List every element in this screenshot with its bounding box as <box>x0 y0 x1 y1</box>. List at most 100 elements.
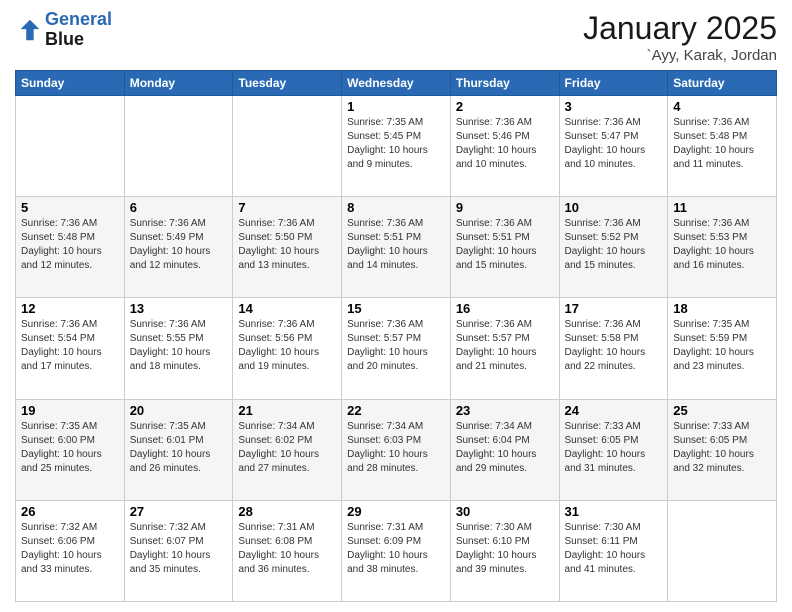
logo-line1: General <box>45 9 112 29</box>
day-content: Sunrise: 7:36 AM Sunset: 5:51 PM Dayligh… <box>347 217 445 273</box>
calendar-cell: 3 Sunrise: 7:36 AM Sunset: 5:47 PM Daylig… <box>559 96 668 197</box>
calendar-cell: 13 Sunrise: 7:36 AM Sunset: 5:55 PM Dayli… <box>124 298 233 399</box>
header: General Blue January 2025 `Ayy, Karak, J… <box>15 10 777 64</box>
day-content: Sunrise: 7:36 AM Sunset: 5:52 PM Dayligh… <box>565 217 663 273</box>
day-number: 15 <box>347 301 445 316</box>
calendar-cell: 5 Sunrise: 7:36 AM Sunset: 5:48 PM Daylig… <box>16 197 125 298</box>
calendar-cell: 31 Sunrise: 7:30 AM Sunset: 6:11 PM Dayli… <box>559 500 668 601</box>
day-number: 5 <box>21 200 119 215</box>
calendar-cell: 16 Sunrise: 7:36 AM Sunset: 5:57 PM Dayli… <box>450 298 559 399</box>
day-content: Sunrise: 7:36 AM Sunset: 5:46 PM Dayligh… <box>456 116 554 172</box>
col-header-friday: Friday <box>559 71 668 96</box>
calendar-cell: 20Sunrise: 7:35 AM Sunset: 6:01 PM Dayli… <box>124 399 233 500</box>
day-content: Sunrise: 7:35 AM Sunset: 6:00 PM Dayligh… <box>21 420 119 476</box>
day-content: Sunrise: 7:33 AM Sunset: 6:05 PM Dayligh… <box>673 420 771 476</box>
calendar-week-0: 1Sunrise: 7:35 AM Sunset: 5:45 PM Daylig… <box>16 96 777 197</box>
calendar-cell: 6 Sunrise: 7:36 AM Sunset: 5:49 PM Daylig… <box>124 197 233 298</box>
day-content: Sunrise: 7:35 AM Sunset: 5:59 PM Dayligh… <box>673 318 771 374</box>
logo: General Blue <box>15 10 112 50</box>
day-number: 25 <box>673 403 771 418</box>
day-content: Sunrise: 7:34 AM Sunset: 6:02 PM Dayligh… <box>238 420 336 476</box>
logo-icon <box>15 16 43 44</box>
day-number: 7 <box>238 200 336 215</box>
day-content: Sunrise: 7:34 AM Sunset: 6:04 PM Dayligh… <box>456 420 554 476</box>
day-content: Sunrise: 7:36 AM Sunset: 5:50 PM Dayligh… <box>238 217 336 273</box>
calendar-cell <box>16 96 125 197</box>
calendar-cell: 18 Sunrise: 7:35 AM Sunset: 5:59 PM Dayli… <box>668 298 777 399</box>
day-content: Sunrise: 7:36 AM Sunset: 5:57 PM Dayligh… <box>456 318 554 374</box>
day-number: 24 <box>565 403 663 418</box>
calendar-cell: 28Sunrise: 7:31 AM Sunset: 6:08 PM Dayli… <box>233 500 342 601</box>
calendar-cell: 23 Sunrise: 7:34 AM Sunset: 6:04 PM Dayli… <box>450 399 559 500</box>
col-header-thursday: Thursday <box>450 71 559 96</box>
day-number: 29 <box>347 504 445 519</box>
day-number: 13 <box>130 301 228 316</box>
day-content: Sunrise: 7:33 AM Sunset: 6:05 PM Dayligh… <box>565 420 663 476</box>
calendar-week-4: 26 Sunrise: 7:32 AM Sunset: 6:06 PM Dayli… <box>16 500 777 601</box>
day-content: Sunrise: 7:36 AM Sunset: 5:49 PM Dayligh… <box>130 217 228 273</box>
day-number: 23 <box>456 403 554 418</box>
day-number: 4 <box>673 99 771 114</box>
day-content: Sunrise: 7:30 AM Sunset: 6:11 PM Dayligh… <box>565 521 663 577</box>
col-header-wednesday: Wednesday <box>342 71 451 96</box>
day-content: Sunrise: 7:35 AM Sunset: 5:45 PM Dayligh… <box>347 116 445 172</box>
day-content: Sunrise: 7:36 AM Sunset: 5:54 PM Dayligh… <box>21 318 119 374</box>
calendar-week-1: 5 Sunrise: 7:36 AM Sunset: 5:48 PM Daylig… <box>16 197 777 298</box>
calendar-cell: 10Sunrise: 7:36 AM Sunset: 5:52 PM Dayli… <box>559 197 668 298</box>
day-number: 26 <box>21 504 119 519</box>
day-number: 28 <box>238 504 336 519</box>
day-content: Sunrise: 7:36 AM Sunset: 5:56 PM Dayligh… <box>238 318 336 374</box>
calendar-cell: 14Sunrise: 7:36 AM Sunset: 5:56 PM Dayli… <box>233 298 342 399</box>
day-number: 18 <box>673 301 771 316</box>
day-number: 27 <box>130 504 228 519</box>
calendar-cell: 22 Sunrise: 7:34 AM Sunset: 6:03 PM Dayli… <box>342 399 451 500</box>
col-header-saturday: Saturday <box>668 71 777 96</box>
day-number: 31 <box>565 504 663 519</box>
day-number: 20 <box>130 403 228 418</box>
day-number: 2 <box>456 99 554 114</box>
calendar-cell: 12 Sunrise: 7:36 AM Sunset: 5:54 PM Dayli… <box>16 298 125 399</box>
day-content: Sunrise: 7:36 AM Sunset: 5:58 PM Dayligh… <box>565 318 663 374</box>
day-content: Sunrise: 7:36 AM Sunset: 5:57 PM Dayligh… <box>347 318 445 374</box>
day-content: Sunrise: 7:36 AM Sunset: 5:47 PM Dayligh… <box>565 116 663 172</box>
calendar-cell: 30Sunrise: 7:30 AM Sunset: 6:10 PM Dayli… <box>450 500 559 601</box>
day-number: 16 <box>456 301 554 316</box>
day-number: 12 <box>21 301 119 316</box>
calendar-cell: 8 Sunrise: 7:36 AM Sunset: 5:51 PM Daylig… <box>342 197 451 298</box>
day-content: Sunrise: 7:36 AM Sunset: 5:53 PM Dayligh… <box>673 217 771 273</box>
calendar-cell: 29 Sunrise: 7:31 AM Sunset: 6:09 PM Dayli… <box>342 500 451 601</box>
calendar-cell: 4Sunrise: 7:36 AM Sunset: 5:48 PM Daylig… <box>668 96 777 197</box>
day-content: Sunrise: 7:32 AM Sunset: 6:06 PM Dayligh… <box>21 521 119 577</box>
location: `Ayy, Karak, Jordan <box>583 47 777 64</box>
day-content: Sunrise: 7:32 AM Sunset: 6:07 PM Dayligh… <box>130 521 228 577</box>
calendar-cell: 19Sunrise: 7:35 AM Sunset: 6:00 PM Dayli… <box>16 399 125 500</box>
month-title: January 2025 <box>583 10 777 47</box>
day-number: 3 <box>565 99 663 114</box>
day-number: 6 <box>130 200 228 215</box>
day-number: 17 <box>565 301 663 316</box>
day-number: 8 <box>347 200 445 215</box>
calendar-week-3: 19Sunrise: 7:35 AM Sunset: 6:00 PM Dayli… <box>16 399 777 500</box>
day-number: 9 <box>456 200 554 215</box>
calendar-cell: 11 Sunrise: 7:36 AM Sunset: 5:53 PM Dayli… <box>668 197 777 298</box>
page: General Blue January 2025 `Ayy, Karak, J… <box>0 0 792 612</box>
day-content: Sunrise: 7:34 AM Sunset: 6:03 PM Dayligh… <box>347 420 445 476</box>
day-content: Sunrise: 7:31 AM Sunset: 6:09 PM Dayligh… <box>347 521 445 577</box>
col-header-monday: Monday <box>124 71 233 96</box>
calendar-cell: 27 Sunrise: 7:32 AM Sunset: 6:07 PM Dayli… <box>124 500 233 601</box>
logo-line2: Blue <box>45 29 84 49</box>
calendar-cell <box>124 96 233 197</box>
day-number: 22 <box>347 403 445 418</box>
calendar-cell: 21 Sunrise: 7:34 AM Sunset: 6:02 PM Dayli… <box>233 399 342 500</box>
calendar-cell: 1Sunrise: 7:35 AM Sunset: 5:45 PM Daylig… <box>342 96 451 197</box>
day-number: 11 <box>673 200 771 215</box>
logo-text: General Blue <box>45 10 112 50</box>
day-number: 30 <box>456 504 554 519</box>
day-content: Sunrise: 7:36 AM Sunset: 5:48 PM Dayligh… <box>21 217 119 273</box>
calendar-week-2: 12 Sunrise: 7:36 AM Sunset: 5:54 PM Dayli… <box>16 298 777 399</box>
day-content: Sunrise: 7:36 AM Sunset: 5:55 PM Dayligh… <box>130 318 228 374</box>
day-number: 21 <box>238 403 336 418</box>
calendar-cell: 25 Sunrise: 7:33 AM Sunset: 6:05 PM Dayli… <box>668 399 777 500</box>
calendar-cell: 24 Sunrise: 7:33 AM Sunset: 6:05 PM Dayli… <box>559 399 668 500</box>
calendar-cell: 26 Sunrise: 7:32 AM Sunset: 6:06 PM Dayli… <box>16 500 125 601</box>
